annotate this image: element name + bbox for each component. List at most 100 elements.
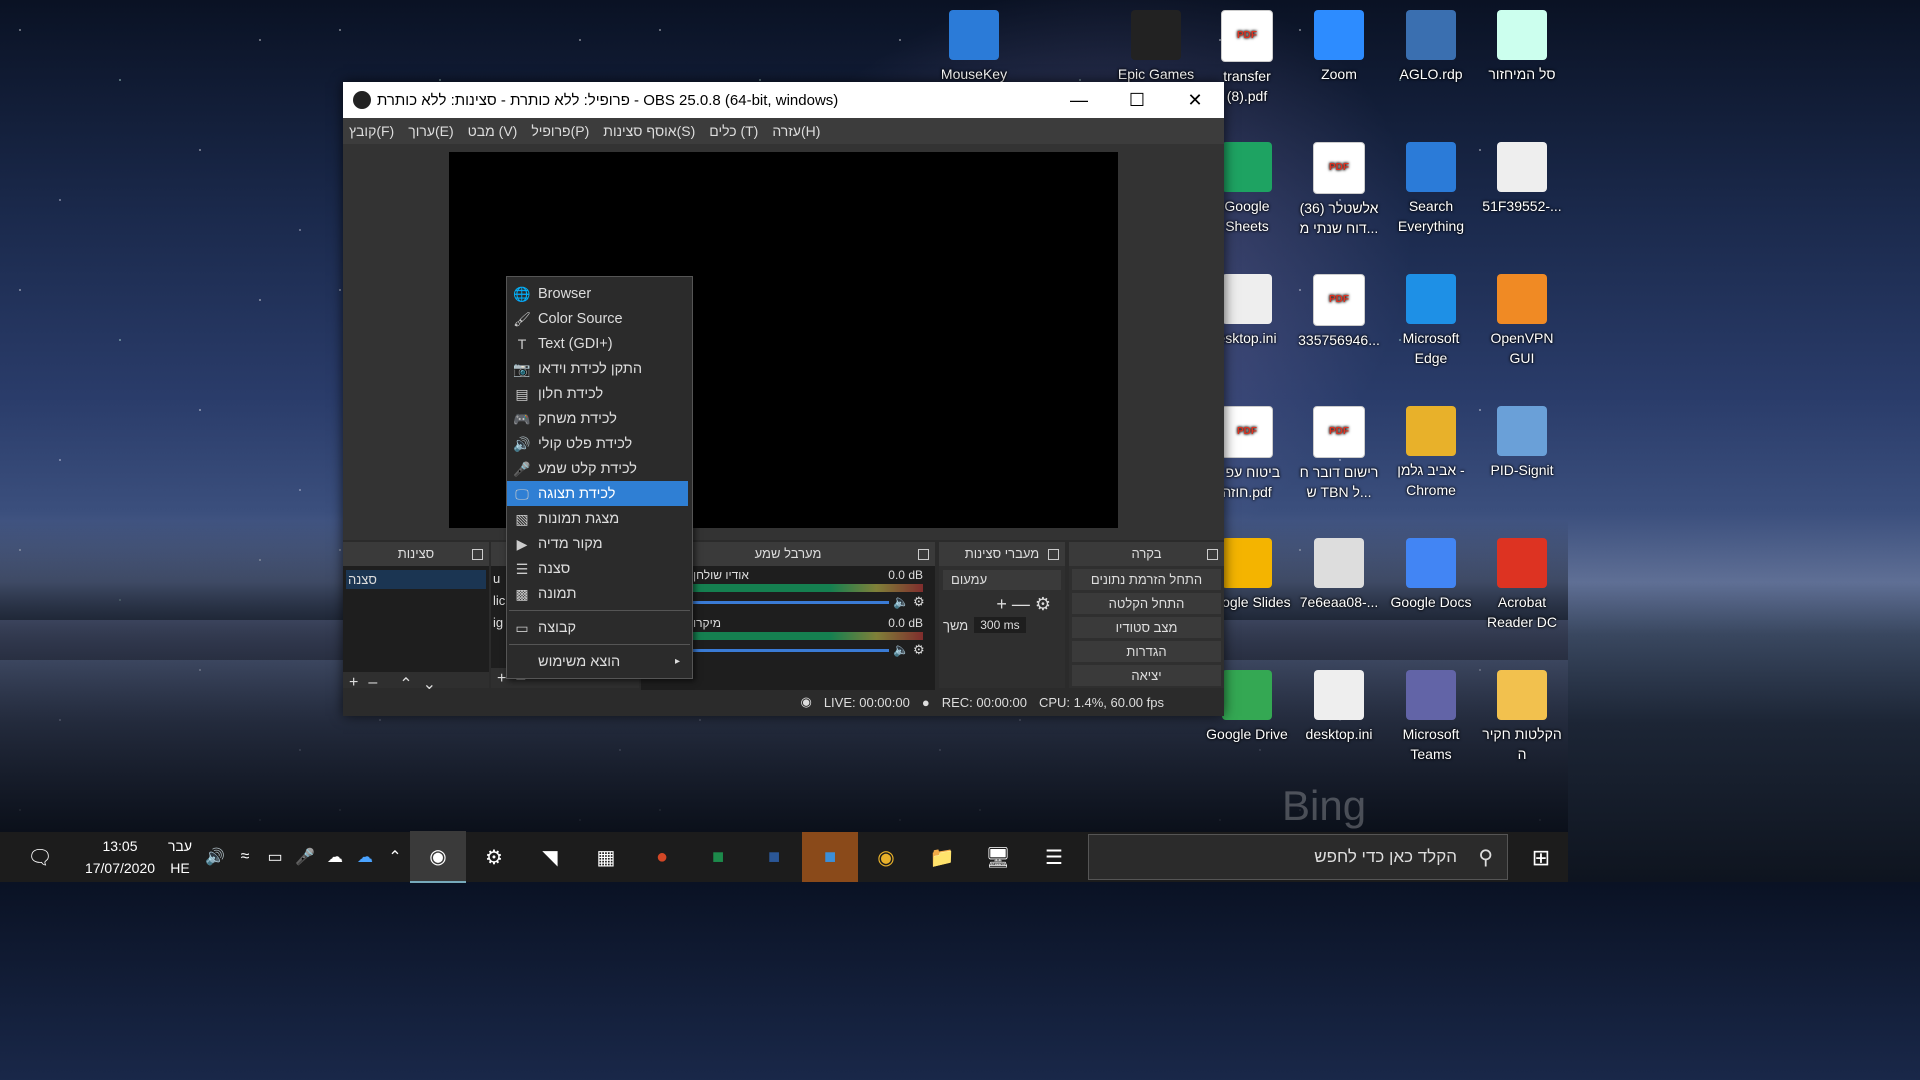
scene-item[interactable]: סצנה [346,570,486,589]
minimize-button[interactable]: — [1050,90,1108,111]
maximize-button[interactable]: ☐ [1108,90,1166,111]
transition-select[interactable]: עמעום [943,570,1061,590]
exit-button[interactable]: יציאה [1072,665,1221,686]
context-menu-item[interactable]: 🎤 לכידת קלט שמע [507,456,692,481]
taskbar-obs-icon[interactable]: ◉ [410,831,466,883]
windows-start-icon[interactable]: ⊞ [1514,834,1568,882]
context-menu-item[interactable]: ▧ מצגת תמונות [507,506,692,531]
context-menu-item[interactable]: 🎮 לכידת משחק [507,406,692,431]
microphone-icon[interactable]: 🎤 [290,832,320,882]
language-indicator[interactable]: עבר HE [160,835,200,879]
taskbar-calculator-icon[interactable]: ▦ [578,832,634,882]
desktop-icon[interactable]: Zoom [1295,10,1383,84]
settings-button[interactable]: הגדרות [1072,641,1221,662]
pdf-icon [1313,142,1365,194]
add-transition-icon[interactable]: + [996,594,1007,614]
taskbar-app-icon[interactable]: ◥ [522,832,578,882]
taskbar-search-box[interactable]: הקלד כאן כדי לחפש ⚲ [1088,834,1508,880]
context-menu-item[interactable]: 🌐 Browser [507,281,692,306]
context-menu-item[interactable]: ▭ קבוצה [507,615,692,640]
desktop-icon[interactable]: אלשטלר (36) דוח שנתי מ... [1295,142,1383,238]
context-menu-item[interactable]: ▤ לכידת חלון [507,381,692,406]
blank-icon [513,653,531,671]
start-streaming-button[interactable]: התחל הזרמת נתונים [1072,569,1221,590]
desktop-icon[interactable]: AGLO.rdp [1387,10,1475,84]
desktop-icon[interactable]: OpenVPN GUI [1478,274,1566,368]
desktop-icon[interactable]: אביב גלמן - Chrome [1387,406,1475,500]
menu-separator [509,644,690,645]
desktop-icon[interactable]: 7e6eaa08-... [1295,538,1383,612]
desktop-icon[interactable]: 51F39552-... [1478,142,1566,216]
taskbar-remote-desktop-icon[interactable]: 🖥 [970,832,1026,882]
desktop-icon[interactable]: סל המיחזור [1478,10,1566,84]
context-menu-item[interactable]: הוצא משימוש ▸ [507,649,692,674]
context-menu-item[interactable]: 🖌 Color Source [507,306,692,331]
context-menu-item[interactable]: ▶ מקור מדיה [507,531,692,556]
taskbar-explorer-icon[interactable]: 📁 [914,832,970,882]
speaker-icon[interactable]: 🔈 [893,594,913,610]
desktop-icon[interactable]: MouseKey [930,10,1018,84]
taskbar-chrome-icon[interactable]: ◉ [858,832,914,882]
desktop-icon[interactable]: Google Docs [1387,538,1475,612]
desktop-icon-label: 7e6eaa08-... [1299,594,1379,610]
weather-cloud-icon[interactable]: ☁ [320,832,350,882]
taskbar-settings-icon[interactable]: ⚙ [466,832,522,882]
context-menu-item[interactable]: T Text (GDI+) [507,331,692,356]
gear-icon[interactable]: ⚙ [913,642,935,658]
menu-edit[interactable]: ערוך(E) [408,123,453,139]
remove-transition-icon[interactable]: — [1012,594,1030,614]
taskbar-excel-icon[interactable]: ■ [690,832,746,882]
menu-tools[interactable]: כלים (T) [709,123,758,139]
taskbar-outlook-icon[interactable]: ■ [802,832,858,882]
desktop-icon-label: OpenVPN GUI [1490,330,1554,366]
action-center-icon[interactable]: 🗨 [0,832,80,882]
context-menu-item[interactable]: 🖵 לכידת תצוגה [507,481,688,506]
taskbar-word-icon[interactable]: ■ [746,832,802,882]
context-menu-item[interactable]: 🔊 לכידת פלט קולי [507,431,692,456]
context-menu-label: מקור מדיה [538,535,603,552]
start-recording-button[interactable]: התחל הקלטה [1072,593,1221,614]
desktop-icon[interactable]: Search Everything [1387,142,1475,236]
gear-icon[interactable]: ⚙ [913,594,935,610]
volume-slider[interactable] [691,648,889,652]
desktop-icon[interactable]: רישום דובר ח ש TBN ל... [1295,406,1383,502]
volume-slider[interactable] [691,600,889,604]
menu-help[interactable]: עזרה(H) [772,123,820,139]
obs-titlebar[interactable]: פרופיל: ללא כותרת - סצינות: ללא כותרת - … [343,82,1224,118]
desktop-icon[interactable]: desktop.ini [1295,670,1383,744]
menu-view[interactable]: מבט (V) [468,123,518,139]
volume-icon[interactable]: 🔊 [200,832,230,882]
desktop-icon[interactable]: Acrobat Reader DC [1478,538,1566,632]
menu-scene-collection[interactable]: אוסף סצינות(S) [603,123,695,139]
studio-mode-button[interactable]: מצב סטודיו [1072,617,1221,638]
task-view-icon[interactable]: ☰ [1026,832,1082,882]
wifi-icon[interactable]: ≈ [230,832,260,882]
context-menu-item[interactable]: 📷 התקן לכידת וידאו [507,356,692,381]
volume-meter [691,632,923,640]
close-button[interactable]: ✕ [1166,90,1224,111]
duration-input[interactable]: 300 ms [974,617,1026,633]
add-source-icon[interactable]: + [497,670,506,688]
speaker-icon[interactable]: 🔈 [893,642,913,658]
menu-profile[interactable]: פרופיל(P) [531,123,589,139]
add-source-context-menu: 🌐 Browser 🖌 Color Source T Text (GDI+) 📷 התקן ל… [506,276,693,679]
desktop-icon[interactable]: PID-Signit [1478,406,1566,480]
file-icon [1314,670,1364,720]
battery-icon[interactable]: ▭ [260,832,290,882]
obs-window[interactable]: פרופיל: ללא כותרת - סצינות: ללא כותרת - … [343,82,1224,716]
context-menu-label: קבוצה [538,619,577,636]
menu-file[interactable]: קובץ(F) [349,123,394,139]
clock[interactable]: 13:05 17/07/2020 [80,835,160,879]
docs-icon [1406,538,1456,588]
desktop-icon[interactable]: Epic Games [1112,10,1200,84]
desktop-icon[interactable]: 335756946... [1295,274,1383,350]
desktop-icon[interactable]: Microsoft Teams [1387,670,1475,764]
chevron-up-icon[interactable]: ⌃ [380,832,410,882]
context-menu-item[interactable]: ▩ תמונה [507,581,692,606]
taskbar-powerpoint-icon[interactable]: ● [634,832,690,882]
onedrive-icon[interactable]: ☁ [350,832,380,882]
desktop-icon[interactable]: הקלטות חקיר ה [1478,670,1566,764]
context-menu-item[interactable]: ☰ סצנה [507,556,692,581]
gear-icon[interactable]: ⚙ [1035,594,1051,614]
desktop-icon[interactable]: Microsoft Edge [1387,274,1475,368]
